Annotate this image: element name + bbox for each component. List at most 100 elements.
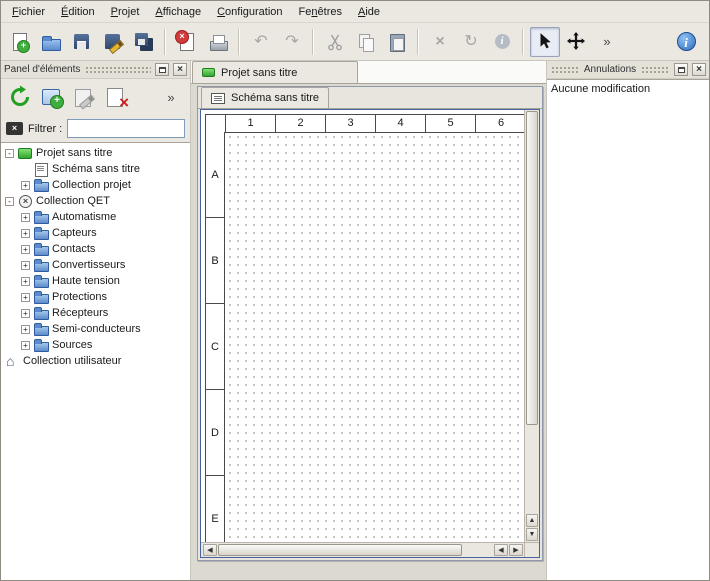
scroll-up-button[interactable]: ▲	[526, 514, 538, 527]
expander-icon[interactable]: +	[21, 261, 30, 270]
menu-aide[interactable]: Aide	[350, 3, 388, 21]
scroll-left-button[interactable]: ◀	[494, 544, 508, 556]
horizontal-scrollbar[interactable]: ◀ ◀ ▶	[201, 542, 524, 557]
menu-fichier[interactable]: Fichier	[4, 3, 53, 21]
rotate-button[interactable]	[456, 27, 486, 57]
redo-button[interactable]	[277, 27, 307, 57]
edit-element-icon	[72, 85, 96, 109]
tree-item-capteurs[interactable]: + Capteurs	[1, 225, 190, 241]
expander-icon[interactable]: -	[5, 197, 14, 206]
tree-item-convertisseurs[interactable]: +Convertisseurs	[1, 257, 190, 273]
delete-element-button[interactable]	[101, 82, 131, 112]
delete-button[interactable]	[425, 27, 455, 57]
expander-icon[interactable]: +	[21, 341, 30, 350]
cut-button[interactable]	[320, 27, 350, 57]
dock-float-button[interactable]	[155, 63, 169, 76]
menu-edition[interactable]: Édition	[53, 3, 103, 21]
tree-item-schema-sans-titre[interactable]: Schéma sans titre	[1, 161, 190, 177]
tree-item-haute-tension[interactable]: +Haute tension	[1, 273, 190, 289]
element-info-button[interactable]	[487, 27, 517, 57]
dock-float-button[interactable]	[674, 63, 688, 76]
scroll-right-button[interactable]: ▶	[509, 544, 523, 556]
vertical-scrollbar[interactable]: ▲ ▼	[524, 110, 539, 542]
dock-close-button[interactable]	[173, 63, 187, 76]
scrollbar-track[interactable]	[526, 425, 538, 513]
save-button[interactable]	[67, 27, 97, 57]
paste-button[interactable]	[382, 27, 412, 57]
copy-button[interactable]	[351, 27, 381, 57]
tree-item-semi-conducteurs[interactable]: +Semi-conducteurs	[1, 321, 190, 337]
menu-configuration[interactable]: Configuration	[209, 3, 290, 21]
undo-button[interactable]	[246, 27, 276, 57]
expander-icon[interactable]: +	[21, 181, 30, 190]
schema-tabbar: Schéma sans titre	[198, 87, 542, 109]
print-icon	[208, 32, 228, 52]
close-icon	[177, 64, 183, 75]
reload-collections-button[interactable]	[5, 82, 35, 112]
undo-panel-titlebar[interactable]: Annulations	[547, 61, 709, 79]
tree-item-contacts[interactable]: + Contacts	[1, 241, 190, 257]
tab-projet-sans-titre[interactable]: Projet sans titre	[192, 61, 358, 83]
menu-projet[interactable]: Projet	[103, 3, 148, 21]
dock-grip[interactable]	[550, 65, 580, 74]
new-document-button[interactable]	[5, 27, 35, 57]
tree-item-collection-projet[interactable]: + Collection projet	[1, 177, 190, 193]
expander-icon[interactable]: +	[21, 325, 30, 334]
menu-affichage[interactable]: Affichage	[147, 3, 209, 21]
expander-icon[interactable]: +	[21, 293, 30, 302]
schema-icon	[34, 163, 48, 175]
tree-item-recepteurs[interactable]: +Récepteurs	[1, 305, 190, 321]
move-tool-button[interactable]	[561, 27, 591, 57]
dock-close-button[interactable]	[692, 63, 706, 76]
expander-icon[interactable]: +	[21, 277, 30, 286]
tree-item-collection-utilisateur[interactable]: Collection utilisateur	[1, 353, 190, 369]
tree-item-protections[interactable]: +Protections	[1, 289, 190, 305]
panel-toolbar-overflow-button[interactable]: »	[156, 82, 186, 112]
clear-filter-icon[interactable]	[6, 122, 23, 135]
tree-item-projet-sans-titre[interactable]: -Projet sans titre	[1, 145, 190, 161]
scrollbar-track[interactable]	[462, 544, 493, 556]
expander-icon[interactable]: +	[21, 229, 30, 238]
column-header: 5	[426, 115, 476, 132]
edit-element-button[interactable]	[69, 82, 99, 112]
dock-grip[interactable]	[640, 65, 670, 74]
tree-item-label: Capteurs	[52, 227, 97, 239]
project-tab-label: Projet sans titre	[221, 67, 297, 79]
vertical-scrollbar-thumb[interactable]	[526, 111, 538, 425]
column-header: 1	[226, 115, 276, 132]
row-header: C	[206, 304, 224, 390]
tree-item-collection-qet[interactable]: -Collection QET	[1, 193, 190, 209]
elements-panel-titlebar[interactable]: Panel d'éléments	[1, 61, 190, 79]
expander-icon[interactable]: +	[21, 245, 30, 254]
toolbar-overflow-button[interactable]: »	[592, 27, 622, 57]
tree-item-label: Contacts	[52, 243, 95, 255]
expander-icon[interactable]: -	[5, 149, 14, 158]
expander-icon[interactable]: +	[21, 213, 30, 222]
tree-item-sources[interactable]: +Sources	[1, 337, 190, 353]
scroll-left-button[interactable]: ◀	[203, 544, 217, 556]
undo-panel-title: Annulations	[584, 64, 636, 75]
menu-fenetres[interactable]: Fenêtres	[291, 3, 350, 21]
save-all-button[interactable]	[129, 27, 159, 57]
about-button[interactable]	[671, 27, 701, 57]
expander-icon[interactable]: +	[21, 309, 30, 318]
info-circle-icon	[677, 32, 696, 51]
elements-panel-title: Panel d'éléments	[4, 64, 80, 75]
tree-item-label: Collection utilisateur	[23, 355, 121, 367]
new-element-button[interactable]	[37, 82, 67, 112]
tab-schema-sans-titre[interactable]: Schéma sans titre	[201, 87, 329, 108]
undo-list-item[interactable]: Aucune modification	[547, 80, 709, 98]
dock-grip[interactable]	[84, 65, 151, 74]
schematic-canvas[interactable]: 1 2 3 4 5 6 A B C D	[201, 110, 524, 542]
tree-item-label: Collection projet	[52, 179, 131, 191]
horizontal-scrollbar-thumb[interactable]	[218, 544, 462, 556]
tree-item-automatisme[interactable]: +Automatisme	[1, 209, 190, 225]
select-tool-button[interactable]	[530, 27, 560, 57]
save-as-button[interactable]	[98, 27, 128, 57]
close-document-button[interactable]	[172, 27, 202, 57]
filter-input[interactable]	[67, 119, 185, 138]
print-button[interactable]	[203, 27, 233, 57]
scroll-down-button[interactable]: ▼	[526, 528, 538, 541]
column-header: 4	[376, 115, 426, 132]
open-document-button[interactable]	[36, 27, 66, 57]
